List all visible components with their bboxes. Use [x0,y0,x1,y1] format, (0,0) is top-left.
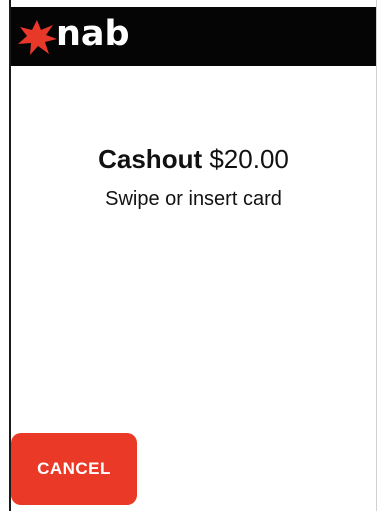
cancel-button[interactable]: CANCEL [11,433,137,505]
amount-line: Cashout $20.00 [11,140,376,178]
terminal-screen: nab Cashout $20.00 Swipe or insert card … [9,0,377,511]
transaction-type-label: Cashout [98,144,203,174]
transaction-amount: $20.00 [209,144,289,174]
nab-star-icon [18,20,57,55]
header-bar: nab [11,7,376,66]
transaction-panel: Cashout $20.00 Swipe or insert card [11,140,376,214]
card-instruction-text: Swipe or insert card [105,188,282,210]
nab-logo-text: nab [56,14,130,54]
